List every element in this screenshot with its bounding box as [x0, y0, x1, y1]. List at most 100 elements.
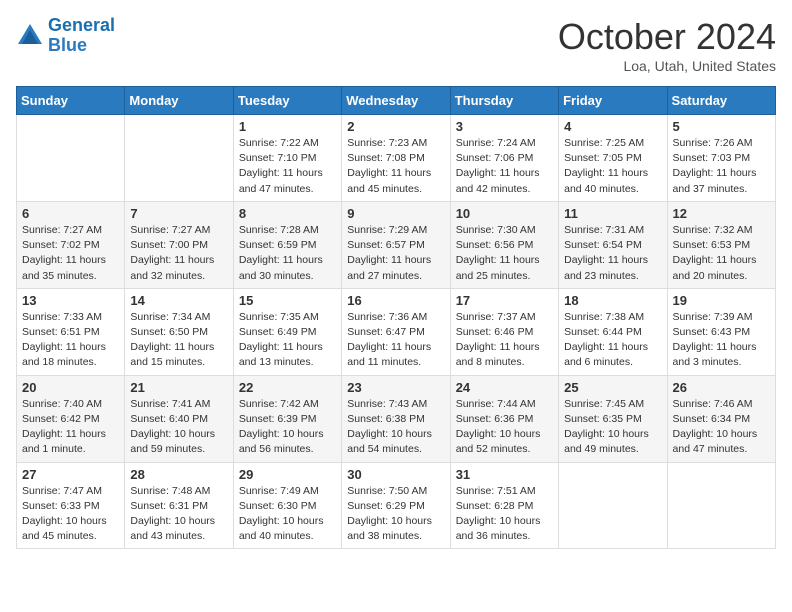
header-tuesday: Tuesday [233, 87, 341, 115]
calendar-cell: 6 Sunrise: 7:27 AM Sunset: 7:02 PM Daylig… [17, 201, 125, 288]
calendar-header-row: SundayMondayTuesdayWednesdayThursdayFrid… [17, 87, 776, 115]
calendar-week-5: 27Sunrise: 7:47 AM Sunset: 6:33 PM Dayli… [17, 462, 776, 549]
day-info: Sunrise: 7:46 AM Sunset: 6:34 PM Dayligh… [673, 397, 770, 458]
day-info: Sunrise: 7:27 AM Sunset: 7:02 PM Dayligh… [22, 223, 119, 284]
calendar-cell: 9 Sunrise: 7:29 AM Sunset: 6:57 PM Daylig… [342, 201, 450, 288]
day-number: 14 [130, 293, 227, 308]
day-info: Sunrise: 7:25 AM Sunset: 7:05 PM Dayligh… [564, 136, 661, 197]
logo-icon [16, 22, 44, 50]
calendar-week-1: 1 Sunrise: 7:22 AM Sunset: 7:10 PM Daylig… [17, 115, 776, 202]
calendar-cell: 29Sunrise: 7:49 AM Sunset: 6:30 PM Dayli… [233, 462, 341, 549]
calendar-cell: 31 Sunrise: 7:51 AM Sunset: 6:28 PM Dayli… [450, 462, 558, 549]
day-info: Sunrise: 7:33 AM Sunset: 6:51 PM Dayligh… [22, 310, 119, 371]
header-monday: Monday [125, 87, 233, 115]
calendar-cell: 25Sunrise: 7:45 AM Sunset: 6:35 PM Dayli… [559, 375, 667, 462]
calendar-cell: 17Sunrise: 7:37 AM Sunset: 6:46 PM Dayli… [450, 288, 558, 375]
calendar-cell: 15 Sunrise: 7:35 AM Sunset: 6:49 PM Dayli… [233, 288, 341, 375]
day-info: Sunrise: 7:36 AM Sunset: 6:47 PM Dayligh… [347, 310, 444, 371]
day-info: Sunrise: 7:29 AM Sunset: 6:57 PM Dayligh… [347, 223, 444, 284]
day-info: Sunrise: 7:31 AM Sunset: 6:54 PM Dayligh… [564, 223, 661, 284]
day-number: 10 [456, 206, 553, 221]
day-info: Sunrise: 7:42 AM Sunset: 6:39 PM Dayligh… [239, 397, 336, 458]
day-number: 28 [130, 467, 227, 482]
day-info: Sunrise: 7:41 AM Sunset: 6:40 PM Dayligh… [130, 397, 227, 458]
calendar-cell: 4 Sunrise: 7:25 AM Sunset: 7:05 PM Daylig… [559, 115, 667, 202]
calendar-week-4: 20 Sunrise: 7:40 AM Sunset: 6:42 PM Dayli… [17, 375, 776, 462]
day-number: 24 [456, 380, 553, 395]
calendar-week-2: 6 Sunrise: 7:27 AM Sunset: 7:02 PM Daylig… [17, 201, 776, 288]
day-number: 4 [564, 119, 661, 134]
day-number: 19 [673, 293, 770, 308]
header-saturday: Saturday [667, 87, 775, 115]
calendar-cell: 13 Sunrise: 7:33 AM Sunset: 6:51 PM Dayli… [17, 288, 125, 375]
calendar-cell: 2 Sunrise: 7:23 AM Sunset: 7:08 PM Daylig… [342, 115, 450, 202]
logo-line1: General [48, 15, 115, 35]
logo-text: General Blue [48, 16, 115, 56]
calendar-cell: 22 Sunrise: 7:42 AM Sunset: 6:39 PM Dayli… [233, 375, 341, 462]
day-info: Sunrise: 7:34 AM Sunset: 6:50 PM Dayligh… [130, 310, 227, 371]
calendar-cell: 21 Sunrise: 7:41 AM Sunset: 6:40 PM Dayli… [125, 375, 233, 462]
day-number: 23 [347, 380, 444, 395]
day-number: 9 [347, 206, 444, 221]
day-info: Sunrise: 7:28 AM Sunset: 6:59 PM Dayligh… [239, 223, 336, 284]
day-number: 12 [673, 206, 770, 221]
day-number: 1 [239, 119, 336, 134]
day-info: Sunrise: 7:40 AM Sunset: 6:42 PM Dayligh… [22, 397, 119, 458]
day-info: Sunrise: 7:30 AM Sunset: 6:56 PM Dayligh… [456, 223, 553, 284]
day-number: 2 [347, 119, 444, 134]
day-number: 31 [456, 467, 553, 482]
day-info: Sunrise: 7:50 AM Sunset: 6:29 PM Dayligh… [347, 484, 444, 545]
calendar-cell: 24 Sunrise: 7:44 AM Sunset: 6:36 PM Dayli… [450, 375, 558, 462]
day-number: 22 [239, 380, 336, 395]
calendar-cell: 23 Sunrise: 7:43 AM Sunset: 6:38 PM Dayli… [342, 375, 450, 462]
day-info: Sunrise: 7:39 AM Sunset: 6:43 PM Dayligh… [673, 310, 770, 371]
calendar-cell: 20 Sunrise: 7:40 AM Sunset: 6:42 PM Dayli… [17, 375, 125, 462]
calendar-cell [559, 462, 667, 549]
calendar-cell: 14 Sunrise: 7:34 AM Sunset: 6:50 PM Dayli… [125, 288, 233, 375]
calendar-cell: 26Sunrise: 7:46 AM Sunset: 6:34 PM Dayli… [667, 375, 775, 462]
calendar-cell: 1 Sunrise: 7:22 AM Sunset: 7:10 PM Daylig… [233, 115, 341, 202]
calendar-cell [667, 462, 775, 549]
location: Loa, Utah, United States [558, 58, 776, 74]
header-sunday: Sunday [17, 87, 125, 115]
day-info: Sunrise: 7:35 AM Sunset: 6:49 PM Dayligh… [239, 310, 336, 371]
logo: General Blue [16, 16, 115, 56]
day-number: 8 [239, 206, 336, 221]
day-info: Sunrise: 7:32 AM Sunset: 6:53 PM Dayligh… [673, 223, 770, 284]
calendar-cell: 28 Sunrise: 7:48 AM Sunset: 6:31 PM Dayli… [125, 462, 233, 549]
day-info: Sunrise: 7:43 AM Sunset: 6:38 PM Dayligh… [347, 397, 444, 458]
header-friday: Friday [559, 87, 667, 115]
day-number: 13 [22, 293, 119, 308]
header-thursday: Thursday [450, 87, 558, 115]
calendar-table: SundayMondayTuesdayWednesdayThursdayFrid… [16, 86, 776, 549]
day-info: Sunrise: 7:27 AM Sunset: 7:00 PM Dayligh… [130, 223, 227, 284]
day-number: 11 [564, 206, 661, 221]
day-info: Sunrise: 7:23 AM Sunset: 7:08 PM Dayligh… [347, 136, 444, 197]
day-number: 5 [673, 119, 770, 134]
day-info: Sunrise: 7:48 AM Sunset: 6:31 PM Dayligh… [130, 484, 227, 545]
day-info: Sunrise: 7:47 AM Sunset: 6:33 PM Dayligh… [22, 484, 119, 545]
day-info: Sunrise: 7:22 AM Sunset: 7:10 PM Dayligh… [239, 136, 336, 197]
day-info: Sunrise: 7:44 AM Sunset: 6:36 PM Dayligh… [456, 397, 553, 458]
day-number: 30 [347, 467, 444, 482]
day-info: Sunrise: 7:24 AM Sunset: 7:06 PM Dayligh… [456, 136, 553, 197]
title-block: October 2024 Loa, Utah, United States [558, 16, 776, 74]
month-title: October 2024 [558, 16, 776, 58]
day-number: 7 [130, 206, 227, 221]
day-number: 18 [564, 293, 661, 308]
day-number: 3 [456, 119, 553, 134]
day-number: 21 [130, 380, 227, 395]
day-info: Sunrise: 7:51 AM Sunset: 6:28 PM Dayligh… [456, 484, 553, 545]
calendar-cell: 30 Sunrise: 7:50 AM Sunset: 6:29 PM Dayli… [342, 462, 450, 549]
day-number: 20 [22, 380, 119, 395]
calendar-cell: 19 Sunrise: 7:39 AM Sunset: 6:43 PM Dayli… [667, 288, 775, 375]
calendar-cell: 12 Sunrise: 7:32 AM Sunset: 6:53 PM Dayli… [667, 201, 775, 288]
calendar-cell: 3 Sunrise: 7:24 AM Sunset: 7:06 PM Daylig… [450, 115, 558, 202]
day-number: 15 [239, 293, 336, 308]
day-info: Sunrise: 7:49 AM Sunset: 6:30 PM Dayligh… [239, 484, 336, 545]
day-info: Sunrise: 7:38 AM Sunset: 6:44 PM Dayligh… [564, 310, 661, 371]
day-number: 6 [22, 206, 119, 221]
day-number: 16 [347, 293, 444, 308]
calendar-week-3: 13 Sunrise: 7:33 AM Sunset: 6:51 PM Dayli… [17, 288, 776, 375]
logo-line2: Blue [48, 35, 87, 55]
